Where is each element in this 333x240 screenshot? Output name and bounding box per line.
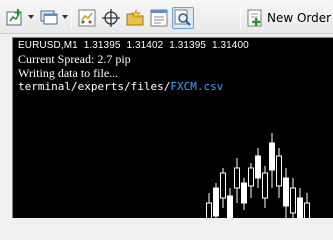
new-order-icon	[247, 9, 262, 27]
file-name: FXCM.csv	[170, 80, 224, 93]
chart-close-price: 1.31400	[211, 40, 249, 51]
new-order-button[interactable]: New Order	[246, 7, 333, 29]
candle-body	[290, 187, 296, 214]
crosshair-button[interactable]	[100, 7, 122, 29]
writing-status-text: Writing data to file...	[18, 66, 119, 80]
profiles-icon	[40, 10, 58, 25]
new-chart-dropdown-arrow[interactable]	[28, 15, 34, 19]
market-watch-button[interactable]	[76, 7, 98, 29]
output-file-path: terminal/experts/files/FXCM.csv	[18, 80, 223, 93]
market-watch-icon	[78, 9, 96, 27]
chart-header: EURUSD,M1 1.31395 1.31402 1.31395 1.3140…	[18, 40, 252, 51]
current-spread-text: Current Spread: 2.7 pip	[18, 52, 131, 66]
toolbar-separator	[240, 7, 241, 29]
new-chart-icon	[6, 9, 22, 26]
toolbar-separator	[71, 7, 72, 29]
candle-body	[248, 167, 254, 187]
profiles-dropdown-arrow[interactable]	[62, 15, 68, 19]
candle-body	[206, 202, 212, 218]
candle-body	[213, 187, 219, 217]
main-toolbar: New Order	[0, 0, 333, 34]
profiles-button[interactable]	[38, 7, 60, 29]
chart-high-price: 1.31402	[126, 40, 164, 51]
new-order-label: New Order	[267, 11, 332, 25]
terminal-icon	[150, 9, 168, 27]
zoom-strategy-tester-icon	[174, 9, 191, 26]
new-chart-button[interactable]	[4, 7, 26, 29]
price-chart[interactable]: EURUSD,M1 1.31395 1.31402 1.31395 1.3140…	[12, 37, 333, 218]
candle-body	[227, 195, 233, 218]
chart-low-price: 1.31395	[169, 40, 207, 51]
crosshair-icon	[102, 9, 120, 27]
favorites-button[interactable]	[124, 7, 146, 29]
terminal-button[interactable]	[148, 7, 170, 29]
candle-body	[262, 172, 268, 199]
candle-body	[304, 202, 310, 218]
candle-body	[297, 197, 303, 218]
candle-body	[255, 155, 261, 179]
candle-body	[269, 142, 275, 171]
file-path-prefix: terminal/experts/files/	[18, 80, 171, 93]
chart-open-price: 1.31395	[83, 40, 121, 51]
candle-body	[283, 177, 289, 207]
candle-body	[241, 182, 247, 204]
strategy-tester-button[interactable]	[172, 7, 194, 29]
candle-body	[234, 167, 240, 189]
chart-symbol-period: EURUSD,M1	[18, 40, 78, 51]
candle-body	[220, 172, 226, 199]
candle-body	[276, 155, 282, 187]
favorites-folder-icon	[126, 9, 144, 26]
